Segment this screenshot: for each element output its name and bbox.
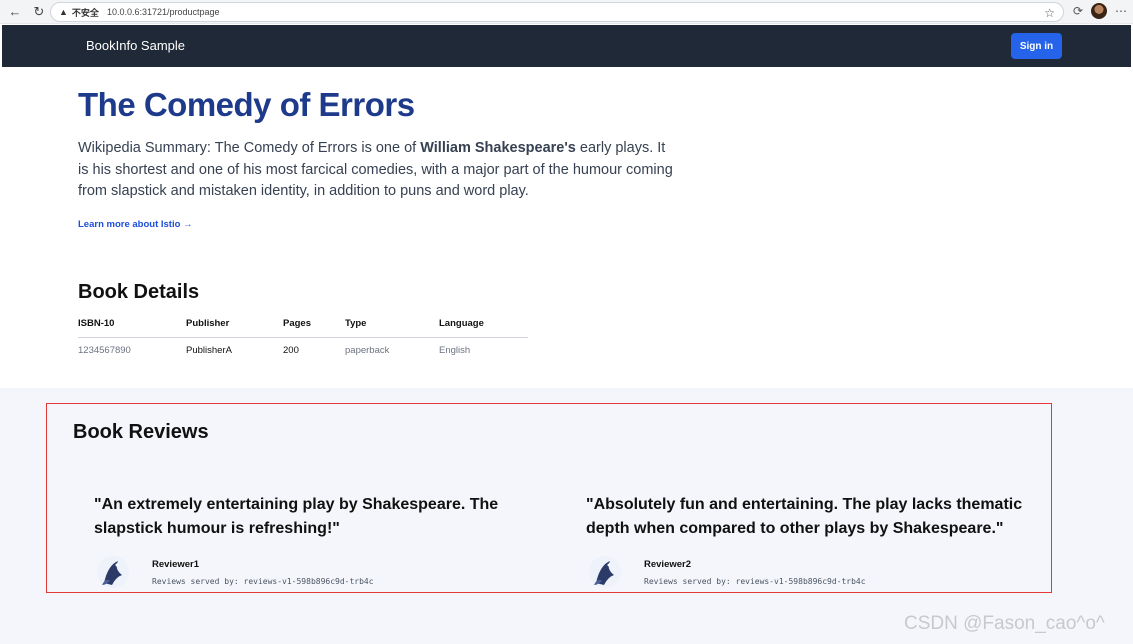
app-title[interactable]: BookInfo Sample [86,38,185,53]
app-header: BookInfo Sample Sign in [2,25,1131,67]
back-icon[interactable]: ← [6,3,24,21]
more-icon[interactable]: ⋯ [1115,4,1127,18]
summary-prefix: Wikipedia Summary: The Comedy of Errors … [78,140,421,156]
summary-author: William Shakespeare's [420,140,576,156]
browser-actions: ⟳ ⋯ [1073,3,1127,19]
review-card: "An extremely entertaining play by Shake… [94,493,554,588]
served-by-text: Reviews served by: reviews-v1-598b896c9d… [644,577,866,586]
istio-logo-icon [97,556,129,588]
summary-text: Wikipedia Summary: The Comedy of Errors … [78,138,678,203]
column-header: Language [439,311,528,338]
reviewer-info: Reviewer2 Reviews served by: reviews-v1-… [586,555,1046,591]
table-row: 1234567890 PublisherA 200 paperback Engl… [78,337,528,363]
table-header-row: ISBN-10 Publisher Pages Type Language [78,311,528,338]
served-by-text: Reviews served by: reviews-v1-598b896c9d… [152,577,374,586]
column-header: ISBN-10 [78,311,186,338]
reviewer-info: Reviewer1 Reviews served by: reviews-v1-… [94,555,554,591]
language-cell: English [439,344,471,356]
column-header: Type [345,311,439,338]
address-bar[interactable]: ▲ 不安全 10.0.0.6:31721/productpage ☆ [50,2,1064,22]
review-quote: "Absolutely fun and entertaining. The pl… [586,496,1023,537]
column-header: Publisher [186,311,283,338]
page-title: The Comedy of Errors [78,86,415,123]
url-text: 10.0.0.6:31721/productpage [106,7,220,17]
profile-avatar[interactable] [1091,3,1107,19]
reviewer-name: Reviewer1 [152,559,200,570]
reviewer-name: Reviewer2 [644,559,692,570]
review-card: "Absolutely fun and entertaining. The pl… [586,493,1046,588]
star-icon[interactable]: ☆ [1044,6,1055,20]
review-quote: "An extremely entertaining play by Shake… [94,496,499,537]
book-details-table: ISBN-10 Publisher Pages Type Language 12… [78,311,528,363]
extension-icon[interactable]: ⟳ [1073,4,1083,18]
pages-cell: 200 [283,344,299,356]
reload-icon[interactable]: ↻ [30,3,48,21]
istio-logo-icon [589,556,621,588]
type-cell: paperback [345,344,390,356]
browser-toolbar: ← ↻ ▲ 不安全 10.0.0.6:31721/productpage ☆ ⟳… [0,0,1133,24]
watermark: CSDN @Fason_cao^o^ [904,613,1105,634]
column-header: Pages [283,311,345,338]
warning-icon: ▲ [59,7,68,17]
publisher-cell: PublisherA [186,344,232,356]
book-details-title: Book Details [78,281,200,303]
sign-in-button[interactable]: Sign in [1011,33,1062,59]
isbn-cell: 1234567890 [78,344,131,356]
insecure-label: 不安全 [71,7,99,18]
book-reviews-title: Book Reviews [73,421,209,443]
learn-more-link[interactable]: Learn more about Istio → [78,219,193,230]
